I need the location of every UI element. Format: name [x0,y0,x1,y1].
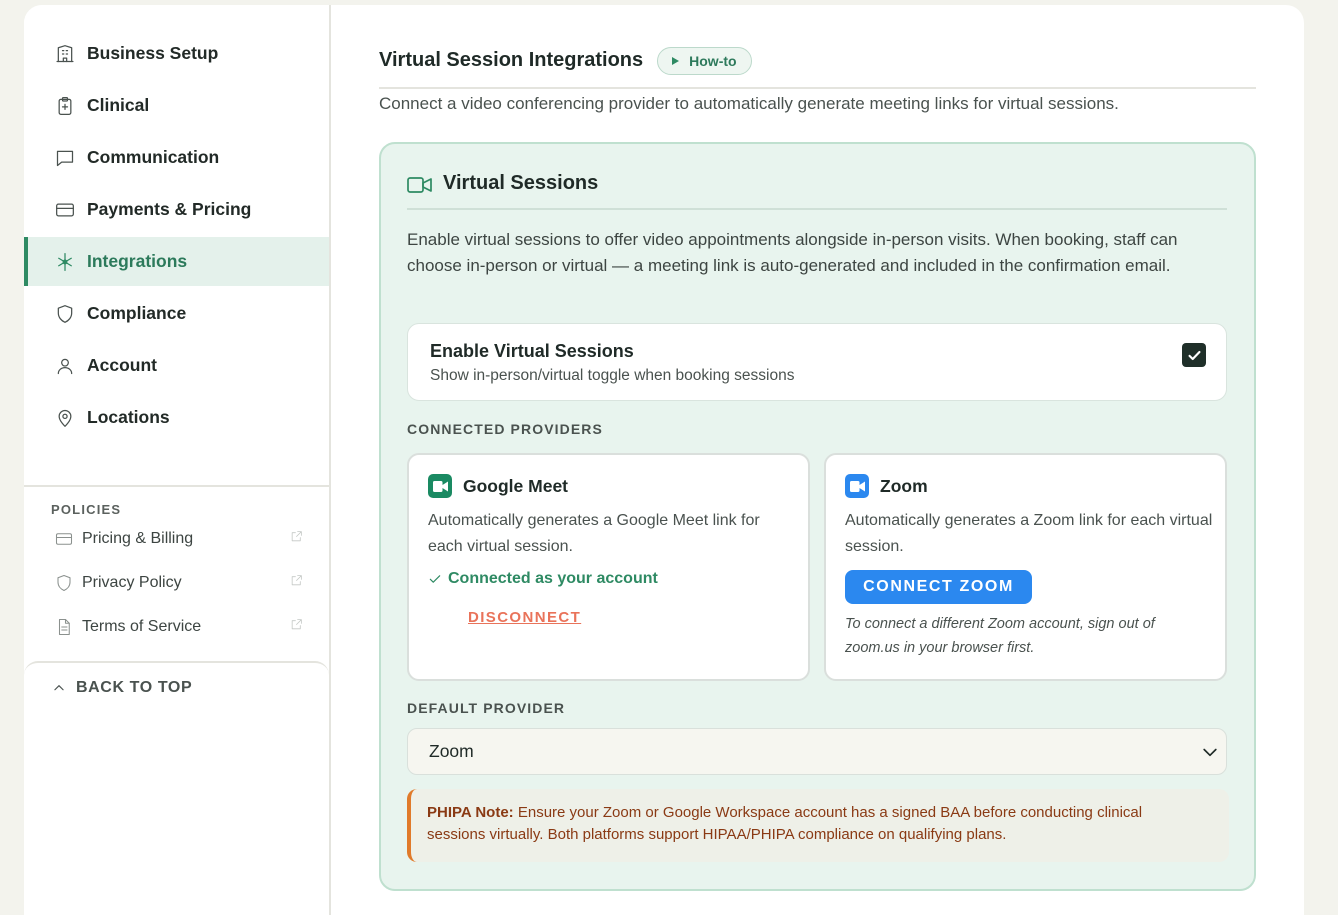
chevron-up-icon [54,685,64,691]
page-title: Virtual Session Integrations [379,49,644,71]
policies-title: POLICIES [51,502,122,517]
sidebar-item-label: Communication [87,147,220,167]
external-link-icon [290,618,303,636]
sidebar-item-label: Business Setup [87,43,219,63]
sidebar-item-communication[interactable]: Communication [24,133,329,182]
how-to-button[interactable]: How-to [657,47,752,75]
policy-link-privacy-policy[interactable]: Privacy Policy [24,561,329,605]
status-text: Connected as your account [448,570,658,587]
google-meet-header: Google Meet [428,474,568,498]
google-meet-status: Connected as your account [428,570,658,588]
how-to-label: How-to [689,53,737,69]
policy-label: Pricing & Billing [82,530,194,547]
sidebar-item-label: Integrations [87,251,188,271]
phipa-note: PHIPA Note: Ensure your Zoom or Google W… [407,789,1229,862]
shield-icon [54,303,76,325]
integrations-icon [54,251,76,273]
google-meet-name: Google Meet [463,475,569,496]
connect-zoom-button[interactable]: CONNECT ZOOM [845,570,1032,604]
external-link-icon [290,574,303,592]
policy-link-pricing-billing[interactable]: Pricing & Billing [24,517,329,561]
sidebar-item-payments-pricing[interactable]: Payments & Pricing [24,185,329,234]
credit-card-icon [54,199,76,221]
zoom-logo-icon [845,474,869,498]
google-meet-card: Google Meet Automatically generates a Go… [407,453,810,681]
shield-icon [54,573,74,593]
sidebar-item-label: Compliance [87,303,187,323]
user-icon [54,355,76,377]
zoom-card: Zoom Automatically generates a Zoom link… [824,453,1227,681]
checkmark-icon [1187,350,1201,360]
phipa-note-body: Ensure your Zoom or Google Workspace acc… [427,804,1143,843]
building-icon [54,43,76,65]
policy-label: Terms of Service [82,618,202,635]
sidebar-item-business-setup[interactable]: Business Setup [24,29,329,78]
card-title: Virtual Sessions [443,172,599,194]
default-provider-label: DEFAULT PROVIDER [407,700,566,716]
sidebar-item-label: Locations [87,407,170,427]
enable-virtual-sessions-checkbox[interactable] [1182,343,1206,367]
google-meet-logo-icon [428,474,452,498]
zoom-note: To connect a different Zoom account, sig… [845,616,1155,656]
clipboard-plus-icon [54,95,76,117]
policies-section: POLICIES Pricing & Billing Privacy Polic… [24,485,329,649]
card-header: Virtual Sessions [407,170,1227,210]
map-pin-icon [54,407,76,429]
back-to-top-label: BACK TO TOP [76,679,193,696]
credit-card-icon [54,529,74,549]
zoom-header: Zoom [845,474,928,498]
default-provider-value: Zoom [429,741,474,761]
sidebar-item-compliance[interactable]: Compliance [24,289,329,338]
card-description: Enable virtual sessions to offer video a… [407,230,1178,275]
page-description: Connect a video conferencing provider to… [379,94,1119,113]
sidebar-nav: Business Setup Clinical Communication Pa… [24,29,329,445]
sidebar-item-locations[interactable]: Locations [24,393,329,442]
toggle-title: Enable Virtual Sessions [430,341,634,361]
chat-bubble-icon [54,147,76,169]
default-provider-select[interactable]: Zoom [407,728,1227,775]
sidebar-item-label: Account [87,355,157,375]
document-icon [54,617,74,637]
sidebar-item-account[interactable]: Account [24,341,329,390]
phipa-note-text: PHIPA Note: Ensure your Zoom or Google W… [427,802,1197,846]
chevron-down-icon [1203,748,1217,756]
sidebar-item-label: Payments & Pricing [87,199,252,219]
sidebar-item-integrations[interactable]: Integrations [24,237,329,286]
sidebar-item-label: Clinical [87,95,150,115]
phipa-note-label: PHIPA Note: [427,804,514,821]
play-icon [672,57,680,65]
zoom-name: Zoom [880,475,928,496]
virtual-sessions-card: Virtual Sessions Enable virtual sessions… [379,142,1256,891]
settings-app: Business Setup Clinical Communication Pa… [24,5,1304,915]
toggle-subtitle: Show in-person/virtual toggle when booki… [430,367,795,384]
sidebar-item-clinical[interactable]: Clinical [24,81,329,130]
sidebar: Business Setup Clinical Communication Pa… [24,5,331,915]
video-camera-icon [407,177,432,193]
connected-providers-label: CONNECTED PROVIDERS [407,421,603,437]
check-icon [429,575,441,583]
zoom-description: Automatically generates a Zoom link for … [845,512,1213,555]
policy-link-terms-of-service[interactable]: Terms of Service [24,605,329,649]
google-meet-description: Automatically generates a Google Meet li… [428,512,760,555]
back-to-top-button[interactable]: BACK TO TOP [24,661,329,713]
disconnect-button[interactable]: DISCONNECT [468,609,581,626]
external-link-icon [290,530,303,548]
page-header: Virtual Session Integrations How-to [379,47,1256,89]
enable-virtual-sessions-row[interactable]: Enable Virtual Sessions Show in-person/v… [407,323,1227,401]
policy-label: Privacy Policy [82,574,182,591]
